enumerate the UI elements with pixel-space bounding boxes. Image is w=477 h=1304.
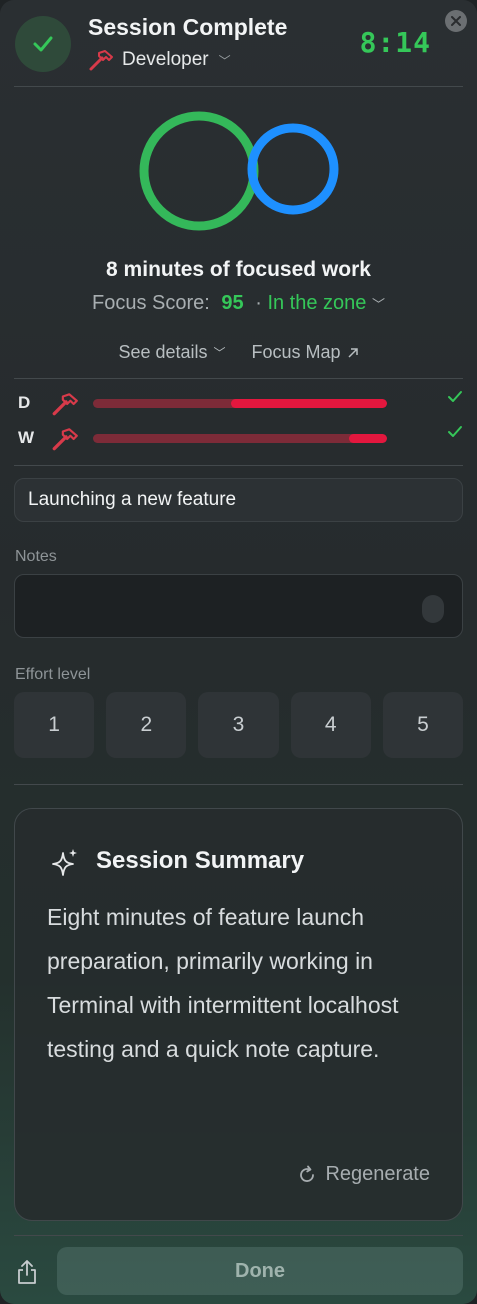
chevron-down-icon: ﹀ — [218, 53, 231, 68]
progress-track — [93, 434, 387, 443]
see-details-label: See details — [118, 342, 208, 362]
notes-label: Notes — [15, 548, 57, 565]
summary-title: Session Summary — [96, 847, 305, 874]
focus-score-value: 95 — [221, 292, 244, 314]
notes-field[interactable] — [14, 574, 463, 638]
secondary-ring — [247, 123, 339, 215]
chevron-down-icon: ﹀ — [371, 297, 385, 312]
focus-map-link[interactable]: Focus Map — [252, 342, 359, 363]
effort-label: Effort level — [15, 666, 91, 683]
progress-track — [93, 399, 387, 408]
regenerate-label: Regenerate — [325, 1163, 430, 1185]
progress-fill — [231, 399, 387, 408]
progress-fill — [348, 434, 387, 443]
intent-value: Launching a new feature — [28, 489, 237, 510]
focus-map-label: Focus Map — [251, 342, 341, 362]
arrow-up-right-icon — [348, 347, 358, 358]
effort-option-5[interactable]: 5 — [382, 692, 464, 758]
microphone-icon[interactable] — [422, 595, 444, 623]
hammer-icon — [52, 428, 78, 451]
see-details-button[interactable]: See details ﹀ — [118, 342, 225, 363]
refresh-icon — [300, 1165, 315, 1182]
checkmark-icon — [448, 391, 462, 402]
effort-selector: 1 2 3 4 5 — [14, 692, 464, 758]
progress-row-weekly: W — [18, 425, 466, 453]
focus-ring — [139, 111, 259, 231]
detail-links: See details ﹀ Focus Map — [0, 342, 477, 363]
session-complete-panel: Session Complete Developer ﹀ 8:14 8 minu… — [0, 0, 477, 1304]
share-icon[interactable] — [16, 1259, 38, 1285]
divider — [14, 1235, 463, 1236]
hammer-icon — [52, 393, 78, 416]
effort-option-3[interactable]: 3 — [198, 692, 279, 758]
effort-option-2[interactable]: 2 — [106, 692, 187, 758]
regenerate-button[interactable]: Regenerate — [297, 1163, 430, 1186]
divider — [14, 465, 463, 466]
focus-score-row[interactable]: Focus Score: 95 · In the zone ﹀ — [0, 292, 477, 315]
checkmark-icon — [448, 426, 462, 437]
checkmark-icon — [33, 36, 53, 52]
header: Session Complete Developer ﹀ 8:14 — [0, 0, 477, 86]
role-label: Developer — [122, 49, 209, 70]
separator: · — [255, 292, 262, 314]
divider — [14, 378, 463, 379]
session-summary-card: Session Summary Eight minutes of feature… — [14, 808, 463, 1221]
effort-option-4[interactable]: 4 — [290, 692, 371, 758]
divider — [14, 784, 463, 785]
effort-option-1[interactable]: 1 — [14, 692, 95, 758]
sparkles-icon — [52, 849, 77, 876]
summary-text: Eight minutes of feature launch preparat… — [47, 904, 399, 1062]
close-icon — [451, 16, 461, 26]
focus-rings — [139, 111, 339, 231]
divider — [14, 86, 463, 87]
intent-field[interactable]: Launching a new feature — [14, 478, 463, 522]
progress-label: W — [18, 428, 35, 447]
done-button[interactable]: Done — [57, 1247, 463, 1295]
focus-score-label: Focus Score: — [92, 292, 210, 314]
chevron-down-icon: ﹀ — [213, 346, 226, 360]
progress-row-daily: D — [18, 390, 466, 418]
complete-badge — [15, 16, 71, 72]
focus-headline: 8 minutes of focused work — [106, 258, 371, 281]
hammer-icon — [89, 50, 113, 71]
close-button[interactable] — [445, 10, 467, 32]
page-title: Session Complete — [88, 14, 288, 40]
session-timer: 8:14 — [359, 26, 431, 59]
focus-zone-label: In the zone — [267, 292, 367, 314]
role-selector[interactable]: Developer ﹀ — [88, 48, 231, 72]
progress-label: D — [18, 393, 31, 412]
